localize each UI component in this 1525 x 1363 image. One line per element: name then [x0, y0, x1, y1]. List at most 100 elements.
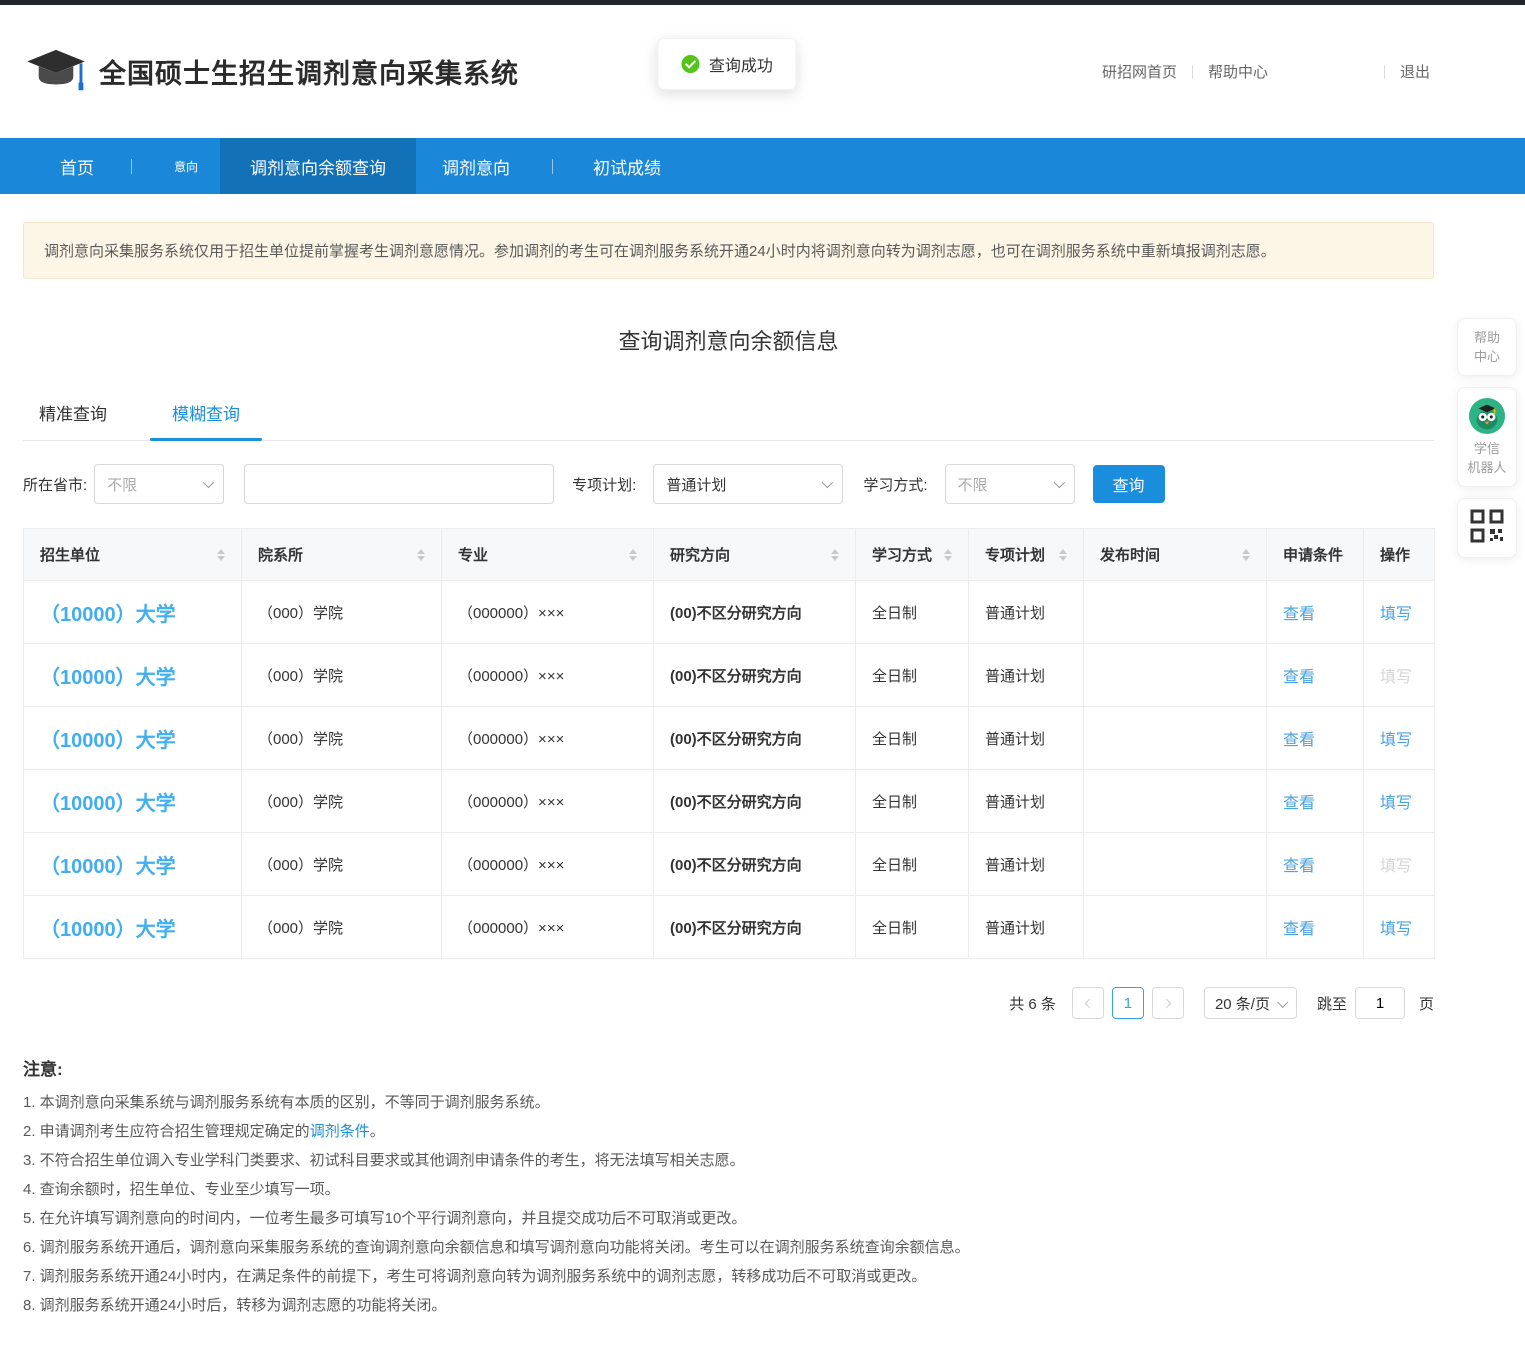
plan-cell: 普通计划	[969, 770, 1084, 833]
filter-bar: 所在省市: 不限 专项计划: 普通计划 学习方式: 不限 查询	[23, 464, 1434, 504]
qr-code-icon	[1469, 508, 1505, 544]
chevron-down-icon	[203, 477, 214, 488]
direction-cell: (00)不区分研究方向	[654, 770, 856, 833]
publish-time-cell	[1084, 644, 1267, 707]
nav-item-intention[interactable]: 调剂意向	[416, 138, 552, 194]
sort-icon[interactable]	[1242, 549, 1250, 561]
next-page-button[interactable]	[1152, 987, 1184, 1019]
publish-time-cell	[1084, 896, 1267, 959]
chatbot-widget[interactable]: 学信 机器人	[1457, 387, 1517, 487]
unit-link[interactable]: （10000）大学	[40, 793, 176, 815]
jump-page-input[interactable]	[1355, 987, 1405, 1019]
fill-link[interactable]: 填写	[1380, 606, 1412, 623]
sort-icon[interactable]	[944, 549, 952, 561]
col-header-study[interactable]: 学习方式	[856, 529, 969, 581]
nav-item-home[interactable]: 首页	[0, 138, 131, 194]
sort-icon[interactable]	[1059, 549, 1067, 561]
tab-precise-query[interactable]: 精准查询	[33, 400, 113, 440]
study-mode-cell: 全日制	[856, 707, 969, 770]
sort-icon[interactable]	[629, 549, 637, 561]
unit-link[interactable]: （10000）大学	[40, 730, 176, 752]
sort-icon[interactable]	[417, 549, 425, 561]
col-header-plan[interactable]: 专项计划	[969, 529, 1084, 581]
fill-link[interactable]: 填写	[1380, 921, 1412, 938]
table-row: （10000）大学 （000）学院 （000000）××× (00)不区分研究方…	[24, 896, 1435, 959]
transfer-conditions-link[interactable]: 调剂条件	[310, 1123, 370, 1140]
col-header-publish-time[interactable]: 发布时间	[1084, 529, 1267, 581]
table-row: （10000）大学 （000）学院 （000000）××× (00)不区分研究方…	[24, 833, 1435, 896]
note-item: 3. 不符合招生单位调入专业学科门类要求、初试科目要求或其他调剂申请条件的考生，…	[23, 1146, 1434, 1175]
study-mode-cell: 全日制	[856, 896, 969, 959]
fill-link[interactable]: 填写	[1380, 669, 1412, 686]
col-header-major[interactable]: 专业	[442, 529, 654, 581]
graduation-cap-icon	[25, 48, 87, 96]
view-link[interactable]: 查看	[1283, 921, 1315, 938]
toast-text: 查询成功	[709, 52, 773, 76]
col-header-unit[interactable]: 招生单位	[24, 529, 242, 581]
nav-item-exam-score[interactable]: 初试成绩	[553, 138, 701, 194]
sort-icon[interactable]	[217, 549, 225, 561]
page-size-select[interactable]: 20 条/页	[1204, 987, 1297, 1019]
note-item: 4. 查询余额时，招生单位、专业至少填写一项。	[23, 1175, 1434, 1204]
keyword-input[interactable]	[244, 464, 554, 504]
link-logout[interactable]: 退出	[1400, 61, 1430, 82]
note-item: 1. 本调剂意向采集系统与调剂服务系统有本质的区别，不等同于调剂服务系统。	[23, 1088, 1434, 1117]
notes-section: 注意: 1. 本调剂意向采集系统与调剂服务系统有本质的区别，不等同于调剂服务系统…	[23, 1055, 1434, 1320]
link-yanzhao-home[interactable]: 研招网首页	[1102, 61, 1177, 82]
prev-page-button[interactable]	[1072, 987, 1104, 1019]
view-link[interactable]: 查看	[1283, 732, 1315, 749]
unit-link[interactable]: （10000）大学	[40, 919, 176, 941]
app-title: 全国硕士生招生调剂意向采集系统	[99, 52, 519, 91]
nav-item-intention-small[interactable]: 意向	[132, 138, 220, 194]
dept-cell: （000）学院	[242, 833, 442, 896]
view-link[interactable]: 查看	[1283, 606, 1315, 623]
dept-cell: （000）学院	[242, 581, 442, 644]
unit-link[interactable]: （10000）大学	[40, 856, 176, 878]
note-item: 8. 调剂服务系统开通24小时后，转移为调剂志愿的功能将关闭。	[23, 1291, 1434, 1320]
major-cell: （000000）×××	[442, 770, 654, 833]
unit-link[interactable]: （10000）大学	[40, 604, 176, 626]
table-row: （10000）大学 （000）学院 （000000）××× (00)不区分研究方…	[24, 644, 1435, 707]
tab-fuzzy-query[interactable]: 模糊查询	[166, 400, 246, 440]
success-toast: 查询成功	[658, 38, 797, 90]
qr-code-widget[interactable]	[1457, 498, 1517, 558]
unit-link[interactable]: （10000）大学	[40, 667, 176, 689]
view-link[interactable]: 查看	[1283, 669, 1315, 686]
robot-avatar	[1468, 397, 1506, 435]
col-header-direction[interactable]: 研究方向	[654, 529, 856, 581]
sort-icon[interactable]	[831, 549, 839, 561]
view-link[interactable]: 查看	[1283, 858, 1315, 875]
chevron-down-icon	[1277, 997, 1288, 1008]
help-center-widget[interactable]: 帮助 中心	[1457, 318, 1517, 376]
nav-item-balance-query[interactable]: 调剂意向余额查询	[220, 138, 416, 194]
site-header: 全国硕士生招生调剂意向采集系统 查询成功 研招网首页 帮助中心 退出	[0, 5, 1525, 138]
view-link[interactable]: 查看	[1283, 795, 1315, 812]
study-mode-cell: 全日制	[856, 770, 969, 833]
main-nav: 首页 意向 调剂意向余额查询 调剂意向 初试成绩	[0, 138, 1525, 194]
results-table: 招生单位 院系所 专业 研究方向 学习方式 专项计划 发布时间 申请条件 操作 …	[23, 528, 1435, 959]
page-1-button[interactable]: 1	[1112, 987, 1144, 1019]
plan-select[interactable]: 普通计划	[653, 464, 843, 504]
major-cell: （000000）×××	[442, 707, 654, 770]
study-select[interactable]: 不限	[945, 464, 1075, 504]
page-title: 查询调剂意向余额信息	[23, 324, 1434, 356]
table-row: （10000）大学 （000）学院 （000000）××× (00)不区分研究方…	[24, 770, 1435, 833]
col-header-dept[interactable]: 院系所	[242, 529, 442, 581]
search-button[interactable]: 查询	[1093, 465, 1165, 503]
publish-time-cell	[1084, 770, 1267, 833]
major-cell: （000000）×××	[442, 833, 654, 896]
fill-link[interactable]: 填写	[1380, 795, 1412, 812]
pagination: 共 6 条 1 20 条/页 跳至 页	[23, 987, 1434, 1019]
direction-cell: (00)不区分研究方向	[654, 833, 856, 896]
divider	[1192, 65, 1193, 79]
note-item: 7. 调剂服务系统开通24小时内，在满足条件的前提下，考生可将调剂意向转为调剂服…	[23, 1262, 1434, 1291]
top-links: 研招网首页 帮助中心 退出	[1102, 61, 1430, 82]
link-help-center[interactable]: 帮助中心	[1208, 61, 1268, 82]
chevron-down-icon	[1053, 477, 1064, 488]
province-select[interactable]: 不限	[94, 464, 224, 504]
fill-link[interactable]: 填写	[1380, 732, 1412, 749]
fill-link[interactable]: 填写	[1380, 858, 1412, 875]
plan-value: 普通计划	[666, 474, 726, 495]
major-cell: （000000）×××	[442, 581, 654, 644]
province-value: 不限	[107, 474, 137, 495]
